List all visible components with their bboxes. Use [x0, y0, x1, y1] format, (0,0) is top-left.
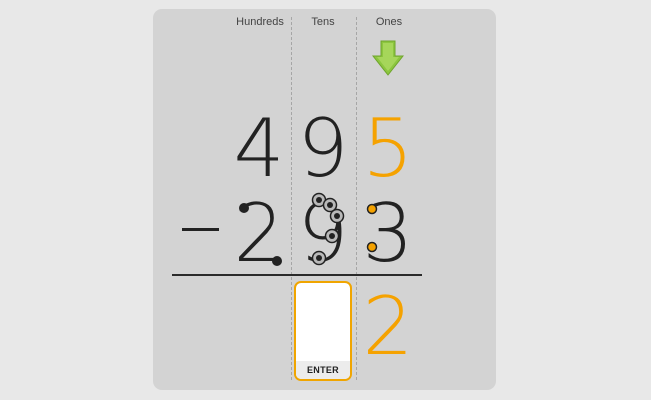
- sum-line: [172, 274, 422, 276]
- result-ones-digit: 2: [362, 280, 414, 373]
- minuend-tens-digit: 9: [297, 102, 349, 195]
- tens-answer-input[interactable]: [296, 283, 350, 361]
- column-header-tens: Tens: [311, 16, 335, 28]
- tens-answer-box[interactable]: ENTER: [294, 281, 352, 381]
- column-header-ones: Ones: [375, 16, 403, 28]
- subtrahend-ones-digit: 3: [362, 187, 414, 280]
- column-header-hundreds: Hundreds: [236, 16, 284, 28]
- minuend-ones-digit: 5: [362, 102, 414, 195]
- minuend-hundreds-digit: 4: [233, 102, 285, 195]
- arrow-down-icon: [371, 40, 405, 76]
- minus-sign: [182, 228, 219, 231]
- subtrahend-tens-digit: 9: [297, 187, 349, 280]
- enter-button[interactable]: ENTER: [296, 361, 350, 379]
- subtrahend-hundreds-digit: 2: [233, 187, 285, 280]
- page: Hundreds Tens Ones 4 9 5 2 9 3 ENTER 2: [0, 0, 651, 400]
- subtraction-card: Hundreds Tens Ones 4 9 5 2 9 3 ENTER 2: [153, 9, 496, 390]
